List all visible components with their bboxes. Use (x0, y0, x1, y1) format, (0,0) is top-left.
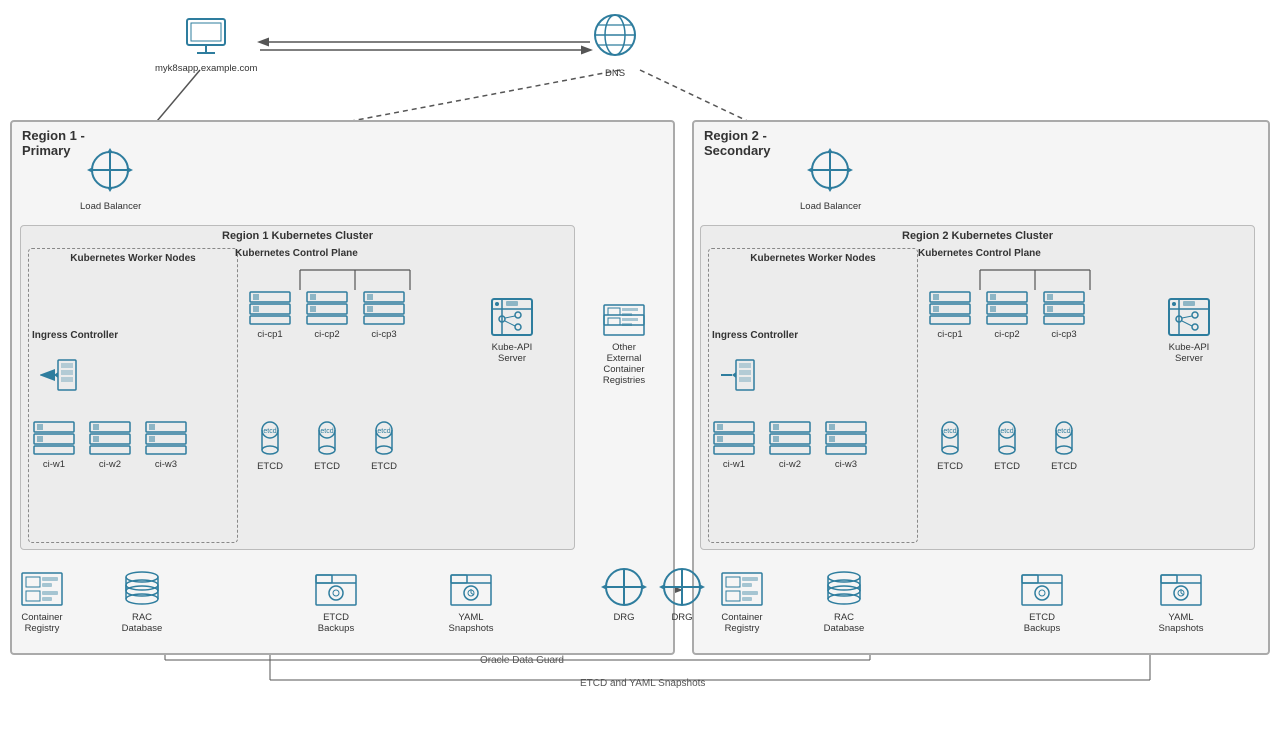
region2-container-registry: Container Registry (718, 565, 766, 634)
region2-etcd2: etcd ETCD (985, 420, 1029, 472)
drg1-label: DRG (613, 612, 634, 623)
region1-rac-db-label: RAC Database (122, 612, 163, 634)
region2-cluster-label: Region 2 Kubernetes Cluster (701, 226, 1254, 246)
region1-cluster-label: Region 1 Kubernetes Cluster (21, 226, 574, 246)
region2-etcd1-label: ETCD (937, 461, 963, 472)
region2-ingress-icon (718, 358, 758, 396)
svg-text:etcd: etcd (1057, 428, 1070, 435)
drg2: DRG (658, 565, 706, 623)
region1-cp3: ci-cp3 (362, 290, 406, 340)
region2-worker3: ci-w3 (824, 420, 868, 470)
region2-etcd3: etcd ETCD (1042, 420, 1086, 472)
region1-cp1: ci-cp1 (248, 290, 292, 340)
region1-etcd-backups-label: ETCD Backups (318, 612, 354, 634)
svg-text:etcd: etcd (320, 428, 333, 435)
region1-worker3: ci-w3 (144, 420, 188, 470)
svg-text:etcd: etcd (1000, 428, 1013, 435)
region1-rac-database: RAC Database (118, 565, 166, 634)
external-registries-label: Other External Container Registries (603, 342, 645, 386)
region2-worker1: ci-w1 (712, 420, 756, 470)
region1-cp1-label: ci-cp1 (257, 329, 282, 340)
region1-w3-label: ci-w3 (155, 459, 177, 470)
svg-text:etcd: etcd (377, 428, 390, 435)
region2-cp2: ci-cp2 (985, 290, 1029, 340)
region1-container-registry-label: Container Registry (21, 612, 62, 634)
diagram-container: myk8sapp.example.com DNS Region 1 - Prim… (0, 0, 1282, 745)
region2-worker2: ci-w2 (768, 420, 812, 470)
region1-etcd2: etcd ETCD (305, 420, 349, 472)
region1-etcd3-label: ETCD (371, 461, 397, 472)
region2-etcd1: etcd ETCD (928, 420, 972, 472)
region1-yaml-snapshots-label: YAML Snapshots (449, 612, 494, 634)
region1-worker2: ci-w2 (88, 420, 132, 470)
region2-load-balancer: Load Balancer (800, 148, 861, 212)
drg1: DRG (600, 565, 648, 623)
region1-w2-label: ci-w2 (99, 459, 121, 470)
region1-load-balancer: Load Balancer (80, 148, 141, 212)
region1-lb-label: Load Balancer (80, 201, 141, 212)
region2-w2-label: ci-w2 (779, 459, 801, 470)
external-registries: Other External Container Registries (600, 295, 648, 386)
region2-etcd-backups: ETCD Backups (1018, 565, 1066, 634)
region2-container-registry-label: Container Registry (721, 612, 762, 634)
region2-lb-label: Load Balancer (800, 201, 861, 212)
dns-label: DNS (605, 68, 625, 79)
region1-etcd1-label: ETCD (257, 461, 283, 472)
region2-rac-database: RAC Database (820, 565, 868, 634)
region2-rac-db-label: RAC Database (824, 612, 865, 634)
region2-label: Region 2 - Secondary (694, 122, 1268, 164)
region2-yaml-snapshots-label: YAML Snapshots (1159, 612, 1204, 634)
region2-ingress-label: Ingress Controller (712, 330, 798, 341)
region2-etcd-backups-label: ETCD Backups (1024, 612, 1060, 634)
region1-ingress-icon (40, 358, 80, 396)
region1-cp3-label: ci-cp3 (371, 329, 396, 340)
region2-cp3-label: ci-cp3 (1051, 329, 1076, 340)
region2-w1-label: ci-w1 (723, 459, 745, 470)
etcd-yaml-snapshots-label: ETCD and YAML Snapshots (580, 678, 705, 689)
region2-yaml-snapshots: YAML Snapshots (1157, 565, 1205, 634)
drg2-label: DRG (671, 612, 692, 623)
client-label: myk8sapp.example.com (155, 63, 257, 74)
region2-cp1-label: ci-cp1 (937, 329, 962, 340)
region1-kubeapi-label: Kube-API Server (492, 342, 533, 364)
region1-yaml-snapshots: YAML Snapshots (447, 565, 495, 634)
region1-cp-label: Kubernetes Control Plane (235, 248, 435, 259)
region1-etcd1: etcd ETCD (248, 420, 292, 472)
region2-worker-nodes-label: Kubernetes Worker Nodes (709, 249, 917, 268)
region1-etcd3: etcd ETCD (362, 420, 406, 472)
client-computer: myk8sapp.example.com (155, 15, 257, 74)
svg-text:etcd: etcd (263, 428, 276, 435)
region1-container-registry: Container Registry (18, 565, 66, 634)
region1-ingress-label: Ingress Controller (32, 330, 118, 341)
region1-cp2-label: ci-cp2 (314, 329, 339, 340)
region1-worker-nodes-label: Kubernetes Worker Nodes (29, 249, 237, 268)
region1-w1-label: ci-w1 (43, 459, 65, 470)
region2-w3-label: ci-w3 (835, 459, 857, 470)
region1-etcd2-label: ETCD (314, 461, 340, 472)
region1-cp2: ci-cp2 (305, 290, 349, 340)
svg-text:etcd: etcd (943, 428, 956, 435)
region2-etcd2-label: ETCD (994, 461, 1020, 472)
region1-etcd-backups: ETCD Backups (312, 565, 360, 634)
region2-cp1: ci-cp1 (928, 290, 972, 340)
region2-cp3: ci-cp3 (1042, 290, 1086, 340)
region2-cp2-label: ci-cp2 (994, 329, 1019, 340)
region2-kubeapi: Kube-API Server (1165, 295, 1213, 364)
oracle-data-guard-label: Oracle Data Guard (480, 655, 564, 666)
region2-etcd3-label: ETCD (1051, 461, 1077, 472)
dns-icon: DNS (585, 10, 645, 79)
region2-cp-label: Kubernetes Control Plane (918, 248, 1118, 259)
region1-kubeapi: Kube-API Server (488, 295, 536, 364)
region2-kubeapi-label: Kube-API Server (1169, 342, 1210, 364)
region1-worker1: ci-w1 (32, 420, 76, 470)
